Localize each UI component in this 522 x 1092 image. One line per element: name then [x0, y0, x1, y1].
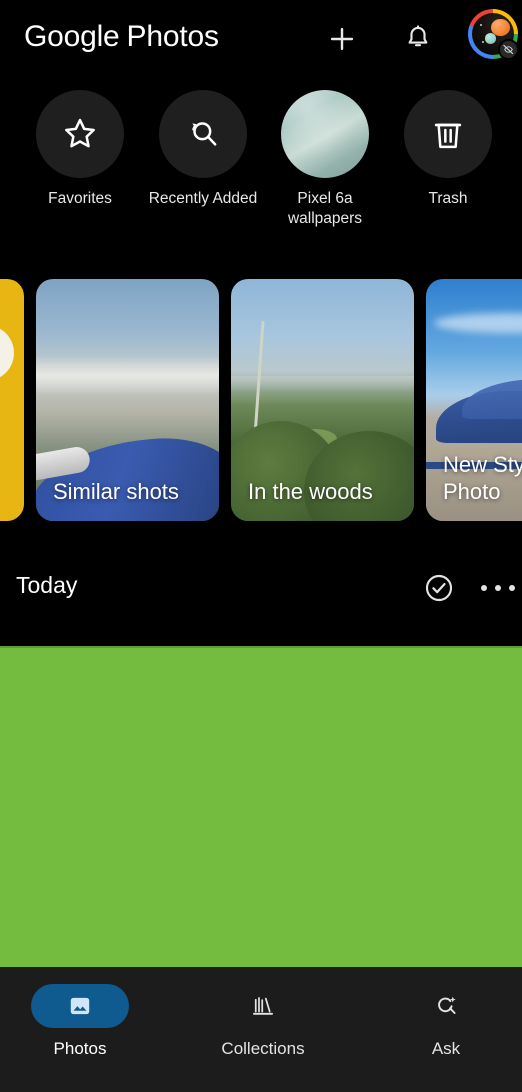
- trash-icon: [434, 123, 462, 149]
- select-all-button[interactable]: [423, 572, 455, 604]
- star-icon: [65, 118, 95, 148]
- memory-photo-layer: [36, 432, 219, 521]
- notifications-button[interactable]: [401, 22, 435, 56]
- plus-icon: [330, 27, 354, 51]
- memory-card[interactable]: New Sty Photo: [426, 279, 522, 521]
- photo-thumbnail: [281, 90, 369, 178]
- memory-photo-layer: [462, 379, 522, 419]
- bottom-navigation: Photos Collections Ask: [0, 967, 522, 1092]
- quick-access-label: Favorites: [48, 190, 112, 207]
- app-header: Google Photos: [0, 0, 522, 78]
- avatar-orb-teal: [485, 33, 497, 44]
- quick-access-recently-added[interactable]: Recently Added: [142, 90, 264, 209]
- memory-card-title: In the woods: [248, 479, 373, 504]
- avatar[interactable]: [468, 9, 519, 60]
- favorites-circle: [36, 90, 124, 178]
- memory-card[interactable]: Similar shots: [36, 279, 219, 521]
- add-button[interactable]: [325, 22, 359, 56]
- quick-access-label: Trash: [428, 190, 468, 207]
- memories-carousel[interactable]: Similar shots In the woods New Sty Photo: [0, 279, 522, 521]
- memory-card[interactable]: [0, 279, 24, 521]
- avatar-star-dot: [479, 23, 482, 26]
- more-dot: [495, 585, 501, 591]
- today-section-header: Today: [0, 562, 522, 616]
- memory-photo-layer: [36, 356, 219, 396]
- quick-access-label: Pixel 6a wallpapers: [287, 190, 363, 227]
- trash-circle: [404, 90, 492, 178]
- nav-item-collections[interactable]: Collections: [183, 984, 343, 1059]
- avatar-status-badge: [498, 39, 519, 60]
- nav-item-photos[interactable]: Photos: [0, 984, 160, 1059]
- quick-access-pixel-6a-wallpapers[interactable]: Pixel 6a wallpapers: [264, 90, 386, 228]
- section-more-button[interactable]: [481, 580, 515, 596]
- google-photos-screen: Google Photos Favorites Recently Added P…: [0, 0, 522, 1092]
- memory-card-title: New Sty Photo: [443, 452, 522, 504]
- nav-label: Ask: [431, 1039, 461, 1058]
- nav-label: Collections: [221, 1039, 305, 1058]
- avatar-orb-orange: [491, 18, 510, 36]
- nav-pill: [397, 984, 495, 1028]
- photo-grid[interactable]: [0, 646, 522, 967]
- collections-icon: [252, 997, 274, 1015]
- more-dot: [481, 585, 487, 591]
- recent-search-icon: [192, 122, 217, 146]
- app-title: Google Photos: [24, 20, 219, 54]
- avatar-star-dot: [482, 40, 485, 43]
- nav-item-ask[interactable]: Ask: [366, 984, 522, 1059]
- more-dot: [509, 585, 515, 591]
- memory-card-title: Similar shots: [53, 479, 179, 504]
- brand-google: Google: [24, 20, 120, 53]
- section-title: Today: [16, 572, 78, 598]
- ask-sparkle-icon: [437, 996, 456, 1014]
- recently-added-circle: [159, 90, 247, 178]
- quick-access-trash[interactable]: Trash: [387, 90, 509, 209]
- memory-photo-layer: [434, 313, 522, 333]
- bell-icon: [408, 25, 428, 47]
- quick-access-row: Favorites Recently Added Pixel 6a wallpa…: [0, 90, 522, 230]
- memory-graphic: [0, 325, 14, 381]
- nav-pill: [214, 984, 312, 1028]
- eye-off-icon: [503, 44, 514, 55]
- quick-access-label: Recently Added: [148, 190, 258, 207]
- check-circle-icon: [425, 574, 453, 602]
- brand-photos: Photos: [126, 20, 219, 53]
- quick-access-favorites[interactable]: Favorites: [19, 90, 141, 209]
- photo-icon: [70, 997, 90, 1015]
- memory-card[interactable]: In the woods: [231, 279, 414, 521]
- nav-active-pill: [31, 984, 129, 1028]
- nav-label: Photos: [53, 1039, 107, 1058]
